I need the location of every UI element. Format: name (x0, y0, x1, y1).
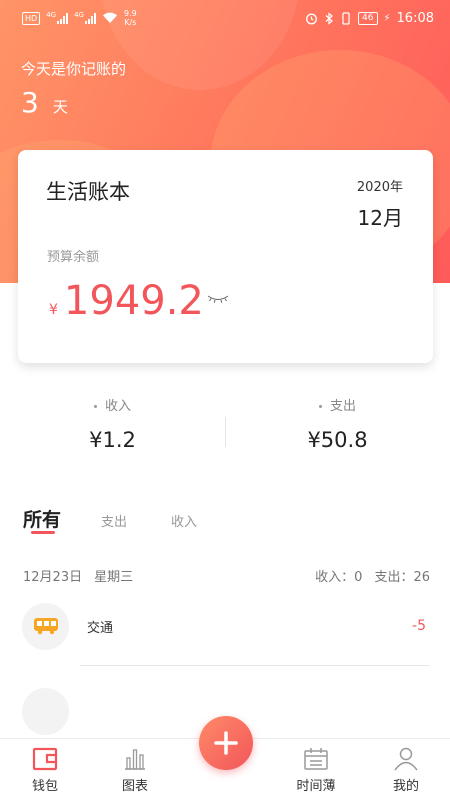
book-year[interactable]: 2020年 (357, 176, 403, 195)
income-value: ¥1.2 (89, 428, 136, 452)
days-label: 今天是你记账的 (21, 60, 127, 78)
group-expense: 支出：26 (374, 570, 430, 585)
vibrate-icon (342, 11, 350, 25)
bluetooth-icon (325, 11, 333, 25)
currency-symbol: ¥ (49, 302, 58, 318)
clock: 16:08 (396, 10, 434, 26)
eye-closed-icon[interactable] (206, 294, 230, 304)
category-icon-bg (22, 602, 69, 650)
charging-icon: ⚡ (383, 12, 391, 24)
budget-amount: ¥ 1949.2 (49, 278, 204, 324)
days-unit: 天 (52, 98, 68, 116)
tab-income[interactable]: 收入 (171, 511, 197, 530)
book-month[interactable]: 12月 (358, 202, 403, 231)
month-summary: 收入 ¥1.2 支出 ¥50.8 (0, 395, 450, 475)
add-record-button[interactable] (199, 716, 253, 770)
entry-amount: -5 (412, 618, 426, 634)
bullet-icon (318, 405, 322, 408)
group-weekday: 星期三 (94, 570, 134, 585)
budget-label: 预算余额 (47, 250, 100, 265)
battery-indicator: 46 (358, 11, 378, 25)
bullet-icon (93, 405, 97, 408)
signal-icon (84, 12, 96, 24)
nav-label: 我的 (392, 779, 419, 794)
day-group-header: 12月23日 星期三 收入：0 支出：26 (23, 566, 430, 585)
signal-icon (57, 12, 69, 24)
tab-expense[interactable]: 支出 (101, 511, 127, 530)
entry-category: 交通 (87, 620, 114, 636)
calendar-icon (304, 748, 328, 770)
list-item[interactable]: 交通 -5 (22, 602, 430, 650)
bus-icon (33, 618, 58, 635)
income-label: 收入 (104, 399, 131, 414)
group-income: 收入：0 (315, 570, 363, 585)
expense-value: ¥50.8 (307, 428, 368, 452)
plus-icon (214, 731, 238, 755)
nav-label: 图表 (121, 779, 148, 794)
hd-badge: HD (22, 11, 41, 25)
nav-wallet[interactable]: 钱包 (15, 747, 75, 794)
wallet-icon (32, 747, 58, 771)
account-book-card[interactable]: 生活账本 2020年 12月 预算余额 ¥ 1949.2 (18, 150, 433, 363)
income-summary: 收入 ¥1.2 (0, 395, 225, 452)
person-icon (394, 747, 418, 771)
network-signal-2: 4G (74, 12, 96, 24)
days-counter: 3 天 (21, 86, 68, 119)
filter-tabs: 所有 支出 收入 (23, 505, 241, 532)
network-signal-1: 4G (46, 12, 69, 24)
book-title: 生活账本 (46, 180, 130, 204)
status-bar: HD 4G 4G 9.9 K/s 46 ⚡ 16:08 (0, 0, 450, 36)
tab-all[interactable]: 所有 (23, 505, 61, 532)
nav-label: 时间薄 (296, 779, 336, 794)
group-date: 12月23日 (23, 570, 83, 585)
alarm-icon (306, 13, 317, 24)
network-speed: 9.9 K/s (123, 9, 137, 27)
divider (80, 665, 430, 666)
wifi-icon (102, 12, 117, 23)
category-icon-bg[interactable] (22, 688, 69, 735)
expense-summary: 支出 ¥50.8 (225, 395, 450, 452)
nav-profile[interactable]: 我的 (376, 747, 436, 794)
budget-value: 1949.2 (63, 278, 204, 324)
expense-label: 支出 (329, 399, 356, 414)
nav-calendar[interactable]: 时间薄 (286, 747, 346, 794)
nav-chart[interactable]: 图表 (105, 747, 165, 794)
active-tab-indicator (31, 531, 55, 534)
nav-label: 钱包 (31, 779, 58, 794)
days-count: 3 (21, 86, 39, 119)
chart-icon (125, 749, 145, 770)
